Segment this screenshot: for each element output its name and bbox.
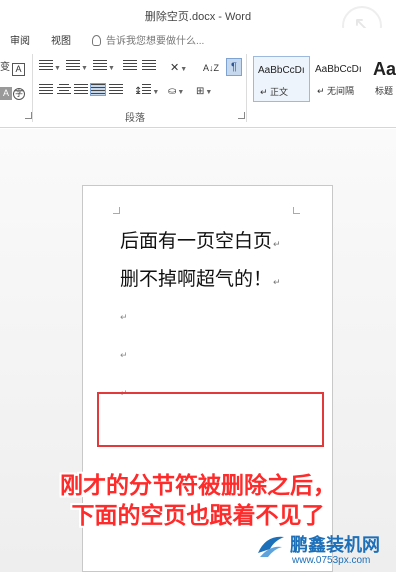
watermark: 鹏鑫装机网 www.0753px.com [256, 529, 396, 572]
increase-indent-button[interactable] [142, 60, 156, 76]
line-spacing-icon: ↨ [134, 86, 143, 97]
paragraph-mark-icon: ↵ [120, 350, 128, 360]
group-divider [32, 54, 33, 122]
tab-review[interactable]: 审阅 [10, 32, 30, 47]
style-sample: Aa [373, 59, 396, 79]
style-sample: AaBbCcDı [258, 65, 305, 76]
char-shading-icon: A [0, 87, 12, 100]
paragraph-group-label: 段落 [125, 113, 145, 124]
crop-mark [113, 207, 120, 214]
crop-mark [293, 207, 300, 214]
justify-button[interactable] [90, 83, 106, 100]
line-spacing-button[interactable]: ↨ ▼ [134, 84, 159, 100]
lightbulb-icon [92, 35, 101, 46]
caption-line-1: 刚才的分节符被删除之后， [60, 473, 336, 499]
distributed-button[interactable] [109, 84, 123, 100]
sort-button[interactable]: A↓Z [203, 60, 219, 76]
ribbon-tabs: 审阅 视图 告诉我您想要做什么... [0, 28, 396, 50]
paragraph-mark-icon: ↵ [273, 278, 281, 288]
sort-icon: A↓Z [203, 63, 220, 73]
shading-button[interactable]: ⛀▼ [168, 84, 184, 100]
decrease-indent-button[interactable] [123, 60, 137, 76]
watermark-url: www.0753px.com [292, 555, 371, 566]
distributed-icon [109, 84, 123, 95]
document-line[interactable]: 删不掉啊超气的！↵ [120, 264, 281, 291]
paragraph-mark-icon: ↵ [120, 312, 128, 322]
bullets-button[interactable]: ▼ [39, 60, 61, 76]
numbering-button[interactable]: ▼ [66, 60, 88, 76]
highlight-box [97, 392, 324, 447]
enclose-chars-icon: 字 [13, 88, 25, 100]
asian-layout-button[interactable]: ✕▼ [170, 60, 187, 76]
char-shading-button[interactable]: A [0, 84, 12, 100]
caption-line-2: 下面的空页也跟着不见了 [71, 503, 325, 529]
paint-bucket-icon: ⛀ [168, 86, 177, 97]
increase-indent-icon [142, 60, 156, 71]
decrease-indent-icon [123, 60, 137, 71]
paragraph-dialog-launcher-icon[interactable] [238, 112, 245, 119]
style-sample: AaBbCcDı [315, 64, 362, 75]
align-left-button[interactable] [39, 84, 53, 100]
style-heading[interactable]: Aa 标题 [369, 56, 396, 102]
group-divider [246, 54, 247, 122]
brand-logo-icon [258, 536, 284, 557]
style-normal[interactable]: AaBbCcDı ↵ 正文 [253, 56, 310, 102]
char-border-button[interactable]: A [12, 60, 25, 76]
multilevel-list-button[interactable]: ▼ [93, 60, 115, 76]
asian-layout-icon: ✕ [170, 61, 180, 74]
align-right-icon [74, 84, 88, 95]
watermark-brand: 鹏鑫装机网 [290, 535, 380, 556]
window-title: 删除空页.docx - Word [144, 11, 252, 23]
enclose-chars-button[interactable]: 字 [13, 84, 25, 100]
font-dialog-launcher-icon[interactable] [25, 112, 32, 119]
phonetic-guide-button[interactable]: 变 [0, 60, 10, 76]
pilcrow-icon: ¶ [231, 61, 237, 73]
justify-icon [90, 83, 106, 96]
borders-button[interactable]: ⊞▼ [196, 84, 212, 100]
align-center-button[interactable] [57, 84, 71, 100]
style-name: 标题 [375, 86, 394, 96]
styles-gallery: AaBbCcDı ↵ 正文 AaBbCcDı ↵ 无间隔 Aa 标题 [250, 56, 396, 104]
title-bar: 删除空页.docx - Word [0, 0, 396, 28]
tell-me-search[interactable]: 告诉我您想要做什么... [92, 32, 204, 47]
show-hide-marks-button[interactable]: ¶ [226, 58, 242, 76]
align-right-button[interactable] [74, 84, 88, 100]
numbering-icon [66, 60, 80, 71]
tab-view[interactable]: 视图 [51, 32, 71, 47]
bullets-icon [39, 60, 53, 71]
align-center-icon [57, 84, 71, 95]
style-name: ↵ 正文 [260, 87, 289, 97]
char-border-icon: A [12, 63, 25, 76]
align-left-icon [39, 84, 53, 95]
paragraph-mark-icon: ↵ [273, 240, 281, 250]
borders-icon: ⊞ [196, 86, 205, 97]
ribbon: 变 A A 字 ▼ ▼ ▼ ✕▼ A↓Z ¶ ↨ ▼ ⛀▼ ⊞▼ 段落 AaBbC… [0, 50, 396, 128]
multilevel-list-icon [93, 60, 107, 71]
document-line[interactable]: 后面有一页空白页↵ [120, 226, 281, 253]
style-no-spacing[interactable]: AaBbCcDı ↵ 无间隔 [311, 56, 368, 102]
style-name: ↵ 无间隔 [317, 86, 355, 96]
tell-me-placeholder: 告诉我您想要做什么... [106, 36, 205, 47]
